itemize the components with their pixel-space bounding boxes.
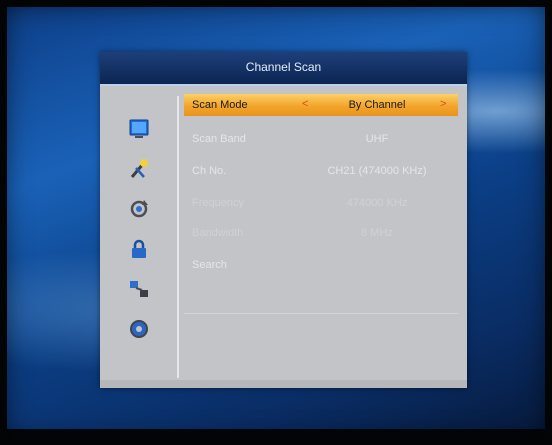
frequency-row: Frequency 474000 KHz	[184, 192, 458, 214]
icon-sidebar	[100, 88, 176, 388]
channel-number-row[interactable]: Ch No. CH21 (474000 KHz)	[184, 160, 458, 182]
row-value: UHF	[365, 133, 389, 145]
row-value: By Channel	[348, 99, 406, 111]
tools-icon[interactable]	[128, 158, 150, 180]
row-label: Search	[192, 259, 227, 271]
row-value: 8 MHz	[361, 227, 393, 239]
lock-icon[interactable]	[128, 238, 150, 260]
scan-mode-row[interactable]: Scan Mode < By Channel >	[184, 94, 458, 116]
dialog-bottom-bar	[100, 380, 467, 388]
title-bar: Channel Scan	[100, 52, 467, 86]
row-value: CH21 (474000 KHz)	[327, 165, 427, 177]
row-value: 474000 KHz	[346, 197, 408, 209]
scan-band-row[interactable]: Scan Band UHF	[184, 128, 458, 150]
bandwidth-row: Bandwidth 8 MHz	[184, 222, 458, 244]
settings-icon[interactable]	[128, 318, 150, 340]
divider-line	[177, 96, 179, 378]
row-label: Frequency	[192, 197, 244, 209]
tv-bottom-edge	[0, 429, 552, 445]
row-label: Bandwidth	[192, 227, 244, 239]
row-label: Scan Mode	[192, 99, 248, 111]
dialog-title: Channel Scan	[245, 60, 322, 74]
row-label: Scan Band	[192, 133, 246, 145]
arrow-right-icon[interactable]: >	[440, 98, 446, 110]
tv-icon[interactable]	[128, 118, 150, 140]
row-label: Ch No.	[192, 165, 227, 177]
separator	[184, 313, 458, 314]
network-icon[interactable]	[128, 278, 150, 300]
refresh-icon[interactable]	[128, 198, 150, 220]
search-row[interactable]: Search	[184, 254, 458, 276]
channel-scan-dialog: Channel Scan Scan Mode < By Channel > Sc…	[100, 52, 467, 388]
